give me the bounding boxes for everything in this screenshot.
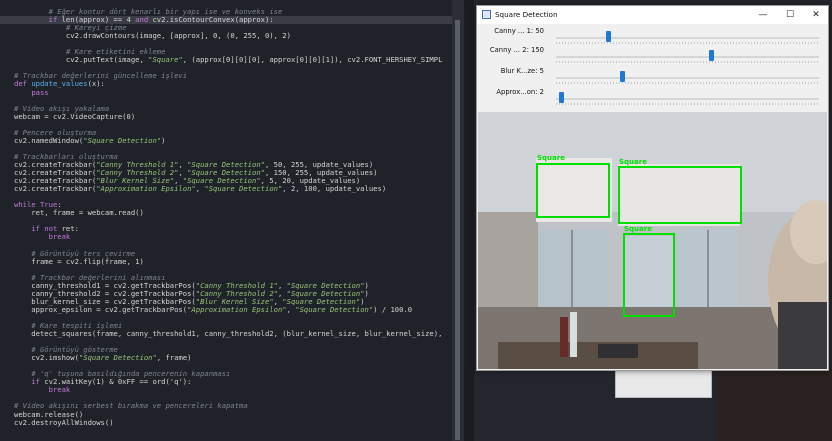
trackbar-label: Blur K...ze: 5 (500, 67, 544, 75)
window-title: Square Detection (495, 10, 558, 19)
side-strip (464, 0, 474, 441)
webcam-feed: Square Square Square (478, 112, 827, 369)
square-detection-window[interactable]: Square Detection — ☐ ✕ Canny ... 1: 50 C… (476, 5, 829, 371)
trackbar-track[interactable] (556, 56, 819, 58)
detection-label: Square (619, 158, 647, 166)
minimize-button[interactable]: — (752, 8, 774, 22)
detection-label: Square (537, 154, 565, 162)
trackbar-label: Canny ... 1: 50 (494, 27, 544, 35)
close-button[interactable]: ✕ (805, 8, 827, 22)
code-line[interactable]: frame = cv2.flip(frame, 1) (14, 257, 144, 266)
code-line[interactable]: cv2.createTrackbar("Approximation Epsilo… (14, 185, 386, 193)
detection-box (618, 166, 742, 224)
trackbar-track[interactable] (556, 98, 819, 100)
code-line[interactable]: cv2.imshow("Square Detection", frame) (14, 354, 191, 362)
trackbar-ticks (556, 103, 819, 105)
trackbar-thumb[interactable] (605, 31, 611, 42)
trackbar-thumb[interactable] (708, 50, 714, 61)
window-titlebar[interactable]: Square Detection — ☐ ✕ (477, 6, 828, 24)
code-line[interactable]: webcam = cv2.VideoCapture(0) (14, 112, 135, 121)
trackbar-label: Approx...on: 2 (496, 88, 544, 96)
background-panel (615, 368, 712, 398)
code-line[interactable]: ret, frame = webcam.read() (14, 209, 144, 217)
background-dark-area (716, 368, 832, 441)
trackbar-track[interactable] (556, 37, 819, 39)
trackbar-label: Canny ... 2: 150 (489, 46, 544, 54)
detection-box (623, 233, 675, 317)
trackbar-ticks (556, 82, 819, 84)
code-line[interactable]: break (14, 233, 71, 241)
maximize-button[interactable]: ☐ (779, 8, 801, 22)
trackbar-track[interactable] (556, 77, 819, 79)
code-line[interactable]: cv2.drawContours(image, [approx], 0, (0,… (14, 32, 291, 40)
code-line[interactable]: cv2.putText(image, "Square", (approx[0][… (14, 56, 443, 64)
code-line[interactable]: pass (14, 88, 48, 97)
detection-box (536, 163, 610, 218)
code-line[interactable]: detect_squares(frame, canny_threshold1, … (14, 330, 442, 338)
app-icon (482, 10, 491, 19)
code-line[interactable]: cv2.destroyAllWindows() (14, 418, 114, 427)
trackbar-thumb[interactable] (619, 71, 625, 82)
code-editor[interactable]: # Eğer kontur dört kenarlı bir yapı ise … (0, 0, 452, 441)
detection-label: Square (624, 225, 652, 233)
code-line[interactable]: cv2.namedWindow("Square Detection") (14, 136, 165, 145)
editor-scrollbar-thumb[interactable] (455, 20, 460, 440)
code-line[interactable]: approx_epsilon = cv2.getTrackbarPos("App… (14, 305, 412, 314)
code-line[interactable]: break (14, 386, 71, 394)
trackbar-ticks (556, 42, 819, 44)
trackbar-approx-epsilon[interactable]: Approx...on: 2 (477, 88, 828, 112)
trackbar-thumb[interactable] (559, 92, 565, 103)
trackbar-ticks (556, 61, 819, 63)
